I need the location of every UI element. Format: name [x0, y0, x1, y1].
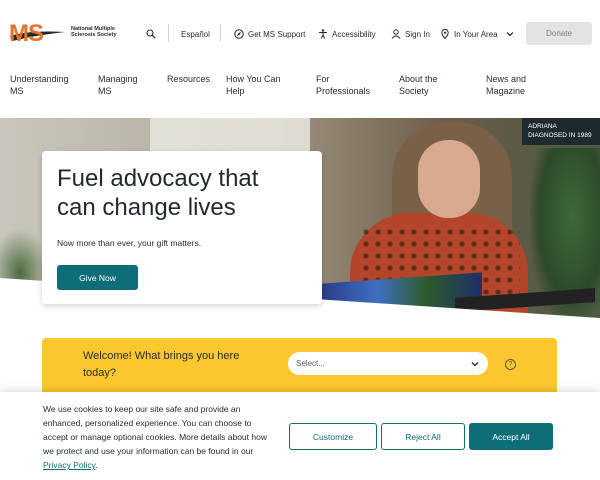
in-your-area-label: In Your Area	[454, 29, 498, 39]
logo-org-name: National Multiple Sclerosis Society	[71, 26, 117, 38]
nav-how-you-can-help[interactable]: How You Can Help	[226, 73, 288, 97]
donate-button[interactable]: Donate	[526, 22, 592, 45]
logo-mark: MS	[9, 20, 44, 47]
divider	[220, 24, 221, 42]
welcome-question: Welcome! What brings you here today?	[83, 350, 240, 379]
accept-all-button[interactable]: Accept All	[469, 423, 553, 450]
select-placeholder: Select...	[296, 359, 325, 368]
search-button[interactable]	[146, 26, 160, 42]
sign-in-label: Sign In	[405, 29, 430, 39]
reject-all-button[interactable]: Reject All	[381, 423, 465, 450]
divider	[168, 24, 169, 42]
ms-society-logo[interactable]: MS National Multiple Sclerosis Society	[9, 20, 119, 48]
nav-managing-ms[interactable]: Managing MS	[98, 73, 148, 97]
interest-select[interactable]: Select...	[288, 352, 488, 375]
compass-icon	[234, 29, 244, 39]
cookie-text: We use cookies to keep our site safe and…	[43, 404, 267, 456]
give-now-button[interactable]: Give Now	[57, 265, 138, 290]
caption-name: ADRIANA	[528, 123, 557, 130]
cookie-banner: We use cookies to keep our site safe and…	[0, 392, 600, 480]
privacy-policy-link[interactable]: Privacy Policy	[43, 460, 95, 470]
get-support-link[interactable]: Get MS Support	[234, 26, 305, 42]
hero-caption: ADRIANA DIAGNOSED IN 1989	[522, 118, 600, 145]
chevron-down-icon	[471, 362, 479, 367]
nav-understanding-ms[interactable]: Understanding MS	[10, 73, 82, 97]
question-icon[interactable]: ?	[505, 359, 516, 370]
sign-in-link[interactable]: Sign In	[391, 26, 430, 42]
hero-subtitle: Now more than ever, your gift matters.	[57, 238, 202, 248]
customize-button[interactable]: Customize	[289, 423, 377, 450]
nav-news-and-magazine[interactable]: News and Magazine	[486, 73, 548, 97]
nav-resources[interactable]: Resources	[167, 73, 217, 85]
user-icon	[391, 29, 401, 39]
location-pin-icon	[441, 29, 449, 39]
nav-for-professionals[interactable]: For Professionals	[316, 73, 378, 97]
top-bar: MS National Multiple Sclerosis Society E…	[0, 0, 600, 64]
get-support-label: Get MS Support	[248, 29, 306, 39]
in-your-area-dropdown[interactable]: In Your Area	[440, 26, 518, 42]
search-icon	[146, 29, 156, 39]
hero-title: Fuel advocacy that can change lives	[57, 165, 259, 221]
accessibility-icon	[319, 29, 327, 39]
cookie-text-end: .	[95, 460, 98, 470]
cookie-message: We use cookies to keep our site safe and…	[43, 402, 275, 472]
accessibility-link[interactable]: Accessibility	[318, 26, 376, 42]
nav-about-the-society[interactable]: About the Society	[399, 73, 459, 97]
chevron-down-icon	[506, 32, 514, 37]
hero-card: Fuel advocacy that can change lives Now …	[42, 151, 322, 304]
language-link[interactable]: Español	[181, 26, 210, 42]
accessibility-label: Accessibility	[332, 29, 376, 39]
caption-detail: DIAGNOSED IN 1989	[528, 132, 592, 139]
welcome-band: Welcome! What brings you here today? Sel…	[42, 338, 557, 392]
